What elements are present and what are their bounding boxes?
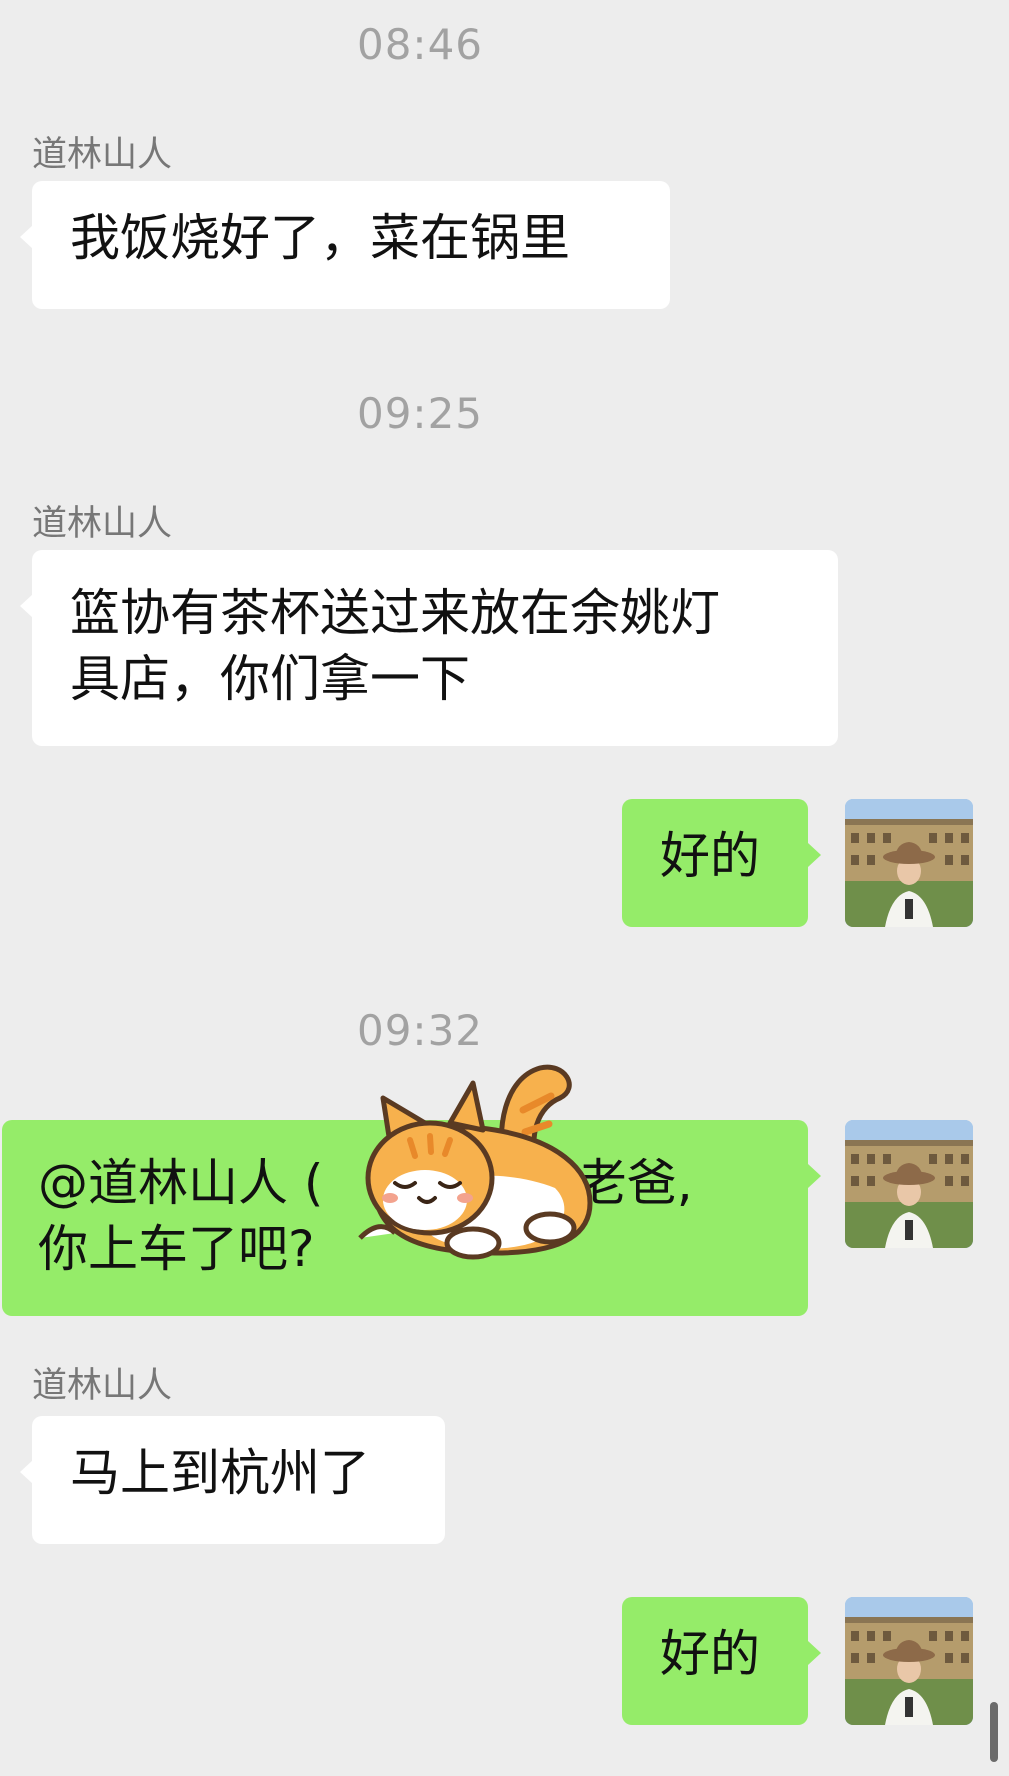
- message-text-segment: @道林山人 (: [38, 1154, 324, 1212]
- message-text-line: 篮协有茶杯送过来放在余姚灯: [70, 584, 720, 642]
- sender-name: 道林山人: [32, 504, 173, 544]
- message-text: 好的: [660, 1625, 760, 1683]
- avatar-photo-icon[interactable]: [845, 1120, 973, 1248]
- sender-name: 道林山人: [32, 1366, 173, 1406]
- message-bubble-incoming[interactable]: 马上到杭州了: [20, 1416, 445, 1544]
- sender-name: 道林山人: [32, 135, 173, 175]
- message-text-line: 具店，你们拿一下: [70, 650, 470, 708]
- message-text: 马上到杭州了: [70, 1444, 370, 1502]
- avatar-photo-icon[interactable]: [845, 799, 973, 927]
- timestamp: 09:25: [356, 389, 484, 438]
- avatar-photo-icon[interactable]: [845, 1597, 973, 1725]
- scrollbar[interactable]: [990, 1702, 998, 1762]
- message-bubble-incoming[interactable]: 我饭烧好了，菜在锅里: [20, 181, 670, 309]
- sleeping-cat-sticker-icon: [355, 1048, 615, 1268]
- message-text: 好的: [660, 827, 760, 885]
- message-bubble-outgoing[interactable]: 好的: [622, 1597, 821, 1725]
- message-bubble-outgoing[interactable]: 好的: [622, 799, 821, 927]
- message-text: 我饭烧好了，菜在锅里: [70, 209, 570, 267]
- message-bubble-incoming[interactable]: 篮协有茶杯送过来放在余姚灯 具店，你们拿一下: [20, 550, 838, 746]
- timestamp: 08:46: [356, 20, 484, 69]
